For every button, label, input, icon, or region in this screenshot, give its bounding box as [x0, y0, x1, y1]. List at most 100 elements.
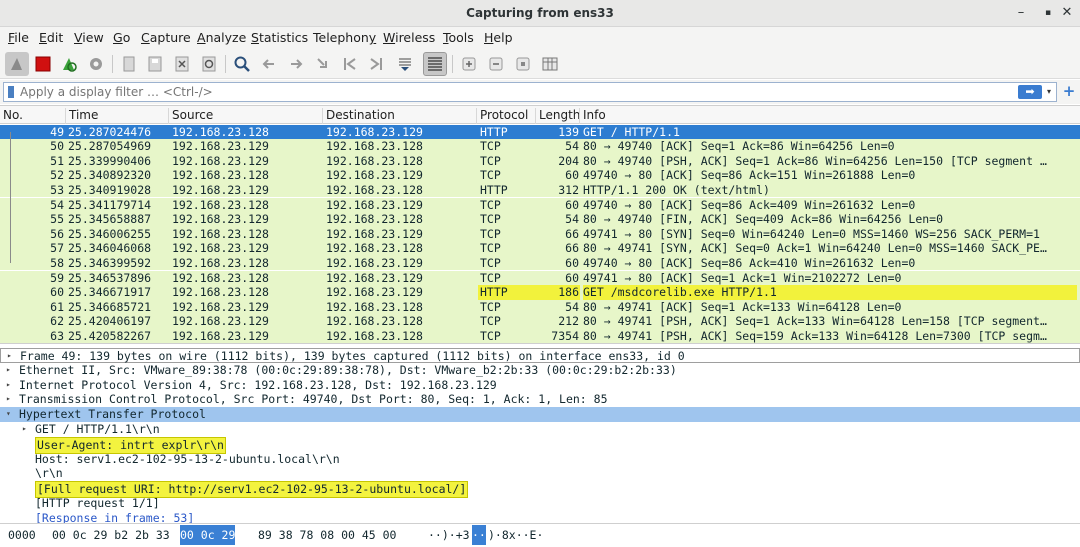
go-back-button[interactable]: [257, 52, 281, 76]
packet-row[interactable]: 54 25.341179714 192.168.23.128 192.168.23.1…: [0, 197, 1080, 213]
detail-row[interactable]: [Full request URI: http://serv1.ec2-102-…: [0, 481, 1080, 498]
packet-time: 25.287024476: [68, 124, 152, 139]
packet-list-header: No. Time Source Destination Protocol Len…: [0, 106, 1080, 124]
packet-len: 186: [558, 285, 579, 300]
collapsed-arrow-icon[interactable]: ▸: [6, 363, 11, 378]
colorize-lines-icon: [428, 57, 442, 71]
menu-analyze[interactable]: Analyze: [197, 30, 246, 45]
detail-row[interactable]: \r\n: [0, 466, 1080, 481]
detail-text: Ethernet II, Src: VMware_89:38:78 (00:0c…: [19, 362, 677, 377]
menu-wireless[interactable]: Wireless: [383, 30, 435, 45]
packet-len: 312: [558, 182, 579, 197]
collapsed-arrow-icon[interactable]: ▸: [6, 378, 11, 393]
reload-file-button[interactable]: [197, 52, 221, 76]
restart-capture-button[interactable]: [57, 52, 81, 76]
bytes-hex[interactable]: 00 0c 29 b2 2b 33: [52, 525, 170, 545]
normal-size-button[interactable]: [511, 52, 535, 76]
bytes-hex-rest[interactable]: 89 38 78 08 00 45 00: [258, 525, 396, 545]
packet-len: 60: [565, 255, 579, 270]
packet-row[interactable]: 52 25.340892320 192.168.23.128 192.168.23.1…: [0, 168, 1080, 183]
detail-row[interactable]: ▸ Frame 49: 139 bytes on wire (1112 bits)…: [0, 348, 1080, 363]
collapsed-arrow-icon[interactable]: ▸: [22, 422, 27, 437]
arrow-right-icon: [291, 59, 303, 69]
detail-row[interactable]: ▸ GET / HTTP/1.1\r\n: [0, 422, 1080, 437]
first-packet-button[interactable]: [338, 52, 362, 76]
column-header-destination[interactable]: Destination: [322, 108, 395, 124]
packet-src: 192.168.23.128: [172, 168, 269, 183]
capture-options-button[interactable]: [84, 52, 108, 76]
packet-src: 192.168.23.128: [172, 255, 269, 270]
zoom-out-button[interactable]: [484, 52, 508, 76]
menu-go[interactable]: Go: [113, 30, 130, 45]
menu-file[interactable]: File: [8, 30, 29, 45]
packet-row[interactable]: 61 25.346685721 192.168.23.129 192.168.23.1…: [0, 299, 1080, 315]
detail-row[interactable]: [HTTP request 1/1]: [0, 496, 1080, 511]
collapsed-arrow-icon[interactable]: ▸: [7, 349, 12, 364]
packet-row[interactable]: 62 25.420406197 192.168.23.129 192.168.23.1…: [0, 314, 1080, 329]
packet-row[interactable]: 60 25.346671917 192.168.23.128 192.168.23.1…: [0, 285, 1080, 300]
find-packet-button[interactable]: [230, 52, 254, 76]
detail-row[interactable]: User-Agent: intrt explr\r\n: [0, 436, 1080, 454]
packet-row[interactable]: 51 25.339990406 192.168.23.129 192.168.23.1…: [0, 153, 1080, 169]
close-file-button[interactable]: [170, 52, 194, 76]
menu-telephony[interactable]: Telephony: [313, 30, 376, 45]
bytes-ascii-rest[interactable]: )·8x··E·: [488, 525, 543, 545]
display-filter-input[interactable]: [20, 84, 1020, 100]
menu-edit[interactable]: Edit: [39, 30, 63, 45]
last-packet-button[interactable]: [364, 52, 388, 76]
column-header-no[interactable]: No.: [0, 108, 23, 124]
column-header-time[interactable]: Time: [65, 108, 98, 124]
autoscroll-button[interactable]: [393, 52, 417, 76]
detail-row[interactable]: [Response in frame: 53]: [0, 511, 1080, 523]
packet-row[interactable]: 49 25.287024476 192.168.23.128 192.168.23.1…: [0, 124, 1080, 140]
packet-row[interactable]: 59 25.346537896 192.168.23.128 192.168.23.1…: [0, 270, 1080, 286]
column-header-source[interactable]: Source: [168, 108, 213, 124]
menu-statistics[interactable]: Statistics: [251, 30, 308, 45]
detail-row[interactable]: ▸ Internet Protocol Version 4, Src: 192.1…: [0, 378, 1080, 393]
collapsed-arrow-icon[interactable]: ▸: [6, 392, 11, 407]
search-icon: [234, 56, 250, 72]
expanded-arrow-icon[interactable]: ▾: [6, 407, 11, 422]
bytes-hex-selected[interactable]: 00 0c 29: [180, 525, 236, 545]
packet-dst: 192.168.23.128: [326, 299, 423, 314]
last-icon: [370, 58, 382, 70]
apply-filter-button[interactable]: ➡: [1018, 85, 1042, 99]
add-filter-button[interactable]: +: [1062, 83, 1076, 99]
open-file-button[interactable]: [117, 52, 141, 76]
bookmark-icon[interactable]: [8, 86, 14, 98]
bytes-ascii-selected[interactable]: ··: [472, 525, 486, 545]
save-file-button[interactable]: [143, 52, 167, 76]
packet-row[interactable]: 50 25.287054969 192.168.23.129 192.168.23.1…: [0, 139, 1080, 154]
packet-row[interactable]: 53 25.340919028 192.168.23.129 192.168.23.1…: [0, 182, 1080, 198]
go-forward-button[interactable]: [284, 52, 308, 76]
minimize-button[interactable]: –: [1012, 4, 1030, 22]
detail-row[interactable]: ▸ Transmission Control Protocol, Src Port…: [0, 392, 1080, 407]
detail-row[interactable]: ▸ Ethernet II, Src: VMware_89:38:78 (00:0…: [0, 363, 1080, 378]
packet-dst: 192.168.23.129: [326, 168, 423, 183]
column-header-length[interactable]: Length: [535, 108, 580, 124]
menu-help[interactable]: Help: [484, 30, 513, 45]
start-capture-button[interactable]: [5, 52, 29, 76]
close-button[interactable]: ✕: [1058, 4, 1076, 22]
resize-columns-button[interactable]: [538, 52, 562, 76]
menu-capture[interactable]: Capture: [141, 30, 191, 45]
zoom-in-button[interactable]: [457, 52, 481, 76]
packet-row[interactable]: 55 25.345658887 192.168.23.129 192.168.23.1…: [0, 212, 1080, 227]
menu-view[interactable]: View: [74, 30, 104, 45]
menu-tools[interactable]: Tools: [443, 30, 474, 45]
column-header-info[interactable]: Info: [579, 108, 606, 124]
detail-row[interactable]: ▾ Hypertext Transfer Protocol: [0, 407, 1080, 422]
packet-row[interactable]: 57 25.346046068 192.168.23.129 192.168.23.1…: [0, 241, 1080, 256]
maximize-button[interactable]: ▪: [1039, 4, 1057, 22]
colorize-button[interactable]: [423, 52, 447, 76]
packet-row[interactable]: 56 25.346006255 192.168.23.128 192.168.23.1…: [0, 226, 1080, 242]
detail-row[interactable]: Host: serv1.ec2-102-95-13-2-ubuntu.local…: [0, 452, 1080, 467]
packet-row[interactable]: 58 25.346399592 192.168.23.128 192.168.23.1…: [0, 255, 1080, 271]
go-to-packet-button[interactable]: [311, 52, 335, 76]
column-header-protocol[interactable]: Protocol: [476, 108, 528, 124]
detail-text: [HTTP request 1/1]: [35, 496, 160, 510]
bytes-ascii[interactable]: ··)·+3: [428, 525, 470, 545]
packet-row[interactable]: 63 25.420582267 192.168.23.129 192.168.23.1…: [0, 328, 1080, 343]
stop-capture-button[interactable]: [31, 52, 55, 76]
filter-history-dropdown[interactable]: ▾: [1044, 85, 1054, 99]
